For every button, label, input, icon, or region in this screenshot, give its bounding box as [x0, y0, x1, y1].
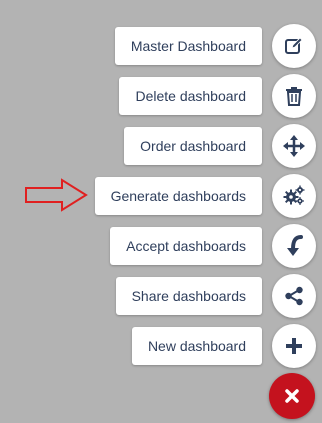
accept-dashboards-button[interactable]: Accept dashboards	[110, 227, 262, 265]
plus-icon	[286, 338, 302, 354]
share-icon	[285, 286, 303, 306]
master-dashboard-button[interactable]: Master Dashboard	[114, 27, 262, 65]
delete-dashboard-fab[interactable]	[272, 74, 316, 118]
menu-item-new-dashboard[interactable]: New dashboard	[131, 323, 316, 369]
generate-dashboards-fab[interactable]	[272, 174, 316, 218]
share-dashboards-button[interactable]: Share dashboards	[115, 277, 262, 315]
close-menu-button[interactable]	[269, 373, 315, 419]
order-dashboard-button[interactable]: Order dashboard	[124, 127, 262, 165]
menu-item-delete-dashboard[interactable]: Delete dashboard	[119, 73, 316, 119]
generate-dashboards-button[interactable]: Generate dashboards	[94, 177, 262, 215]
menu-item-order-dashboard[interactable]: Order dashboard	[124, 123, 316, 169]
move-icon	[283, 135, 305, 157]
pointer-arrow-icon	[25, 178, 88, 212]
new-dashboard-button[interactable]: New dashboard	[131, 327, 262, 365]
accept-dashboards-fab[interactable]	[272, 224, 316, 268]
new-dashboard-fab[interactable]	[272, 324, 316, 368]
dashboard-action-menu: Master Dashboard Delete dashboard Order …	[0, 0, 322, 423]
edit-icon	[285, 37, 303, 54]
menu-item-share-dashboards[interactable]: Share dashboards	[115, 273, 316, 319]
menu-item-generate-dashboards[interactable]: Generate dashboards	[94, 173, 316, 219]
master-dashboard-fab[interactable]	[272, 24, 316, 68]
delete-dashboard-button[interactable]: Delete dashboard	[119, 77, 262, 115]
order-dashboard-fab[interactable]	[272, 124, 316, 168]
trash-icon	[286, 87, 302, 106]
close-icon	[285, 389, 299, 403]
gears-icon	[283, 185, 305, 205]
share-dashboards-fab[interactable]	[272, 274, 316, 318]
curved-arrow-down-icon	[287, 235, 303, 256]
menu-item-master-dashboard[interactable]: Master Dashboard	[114, 23, 316, 69]
menu-item-accept-dashboards[interactable]: Accept dashboards	[110, 223, 316, 269]
